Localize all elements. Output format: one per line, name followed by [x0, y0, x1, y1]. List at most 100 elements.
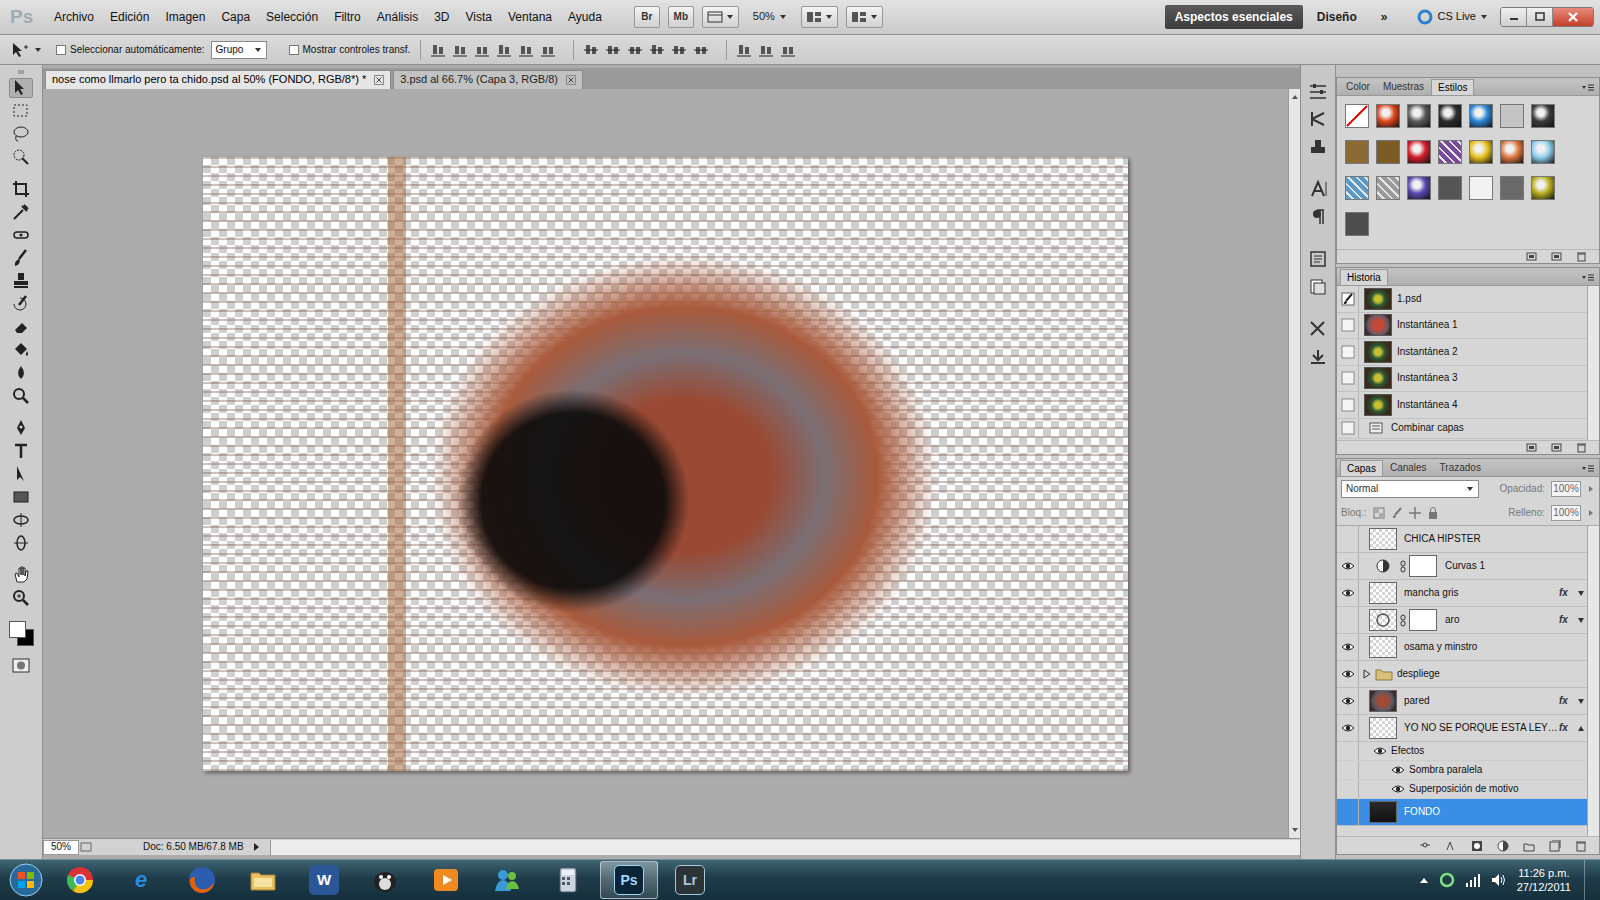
style-swatch[interactable]	[1376, 176, 1400, 200]
panel-tab[interactable]: Canales	[1384, 460, 1433, 476]
effect-row[interactable]: Superposición de motivo	[1337, 780, 1587, 799]
style-swatch[interactable]	[1531, 104, 1555, 128]
layer-style-icon[interactable]	[1445, 840, 1457, 852]
foreground-color[interactable]	[9, 621, 26, 638]
taskbar-app[interactable]: e	[112, 861, 170, 899]
auto-select-dropdown[interactable]: Grupo	[211, 41, 267, 59]
panel-tab[interactable]: Estilos	[1431, 79, 1474, 95]
layer-comps-icon[interactable]	[1308, 277, 1328, 297]
effect-visibility[interactable]	[1359, 783, 1405, 795]
panel-tab[interactable]: Historia	[1340, 269, 1388, 285]
menu-item[interactable]: Análisis	[369, 7, 426, 27]
menu-item[interactable]: Capa	[213, 7, 258, 27]
scroll-up-icon[interactable]	[1291, 93, 1299, 101]
workspace-button[interactable]: Aspectos esenciales	[1165, 5, 1303, 29]
tray-app-icon[interactable]	[1439, 872, 1455, 888]
new-item-icon[interactable]	[1551, 442, 1562, 453]
brush-presets-icon[interactable]	[1308, 109, 1328, 129]
tool-preset-picker[interactable]	[10, 41, 42, 59]
link-layers-icon[interactable]	[1419, 840, 1431, 852]
canvas-image[interactable]	[203, 157, 1128, 771]
taskbar-app[interactable]: Ps	[600, 861, 658, 899]
tool-button[interactable]	[9, 418, 33, 438]
layer-row[interactable]: despliege	[1337, 661, 1587, 688]
style-swatch[interactable]	[1345, 176, 1369, 200]
visibility-toggle[interactable]	[1337, 780, 1359, 798]
new-item-icon[interactable]	[1526, 251, 1537, 262]
new-group-icon[interactable]	[1523, 840, 1535, 852]
style-swatch[interactable]	[1531, 140, 1555, 164]
zoom-field[interactable]: 50%	[43, 840, 79, 855]
adjustment-layer-icon[interactable]	[1497, 840, 1509, 852]
trash-icon[interactable]	[1575, 840, 1587, 852]
style-swatch[interactable]	[1345, 212, 1369, 236]
bridge-button[interactable]: Br	[634, 6, 660, 28]
opacity-slider-icon[interactable]	[1587, 485, 1595, 493]
fill-slider-icon[interactable]	[1587, 509, 1595, 517]
style-swatch[interactable]	[1376, 140, 1400, 164]
panel-tab[interactable]: Trazados	[1434, 460, 1487, 476]
scroll-down-icon[interactable]	[1291, 826, 1299, 834]
tool-button[interactable]	[9, 533, 33, 553]
history-item[interactable]: Instantánea 1	[1337, 313, 1587, 340]
tool-button[interactable]	[9, 441, 33, 461]
effects-expander[interactable]	[1577, 614, 1587, 626]
transform-controls-checkbox[interactable]: Mostrar controles transf.	[289, 44, 411, 56]
tool-button[interactable]	[9, 340, 33, 360]
visibility-toggle[interactable]	[1337, 715, 1359, 741]
history-item[interactable]: Instantánea 2	[1337, 339, 1587, 366]
lock-transparency-icon[interactable]	[1373, 507, 1385, 519]
cs-live-button[interactable]: CS Live	[1417, 9, 1488, 25]
character-icon[interactable]	[1308, 179, 1328, 199]
style-swatch[interactable]	[1438, 140, 1462, 164]
effects-badge[interactable]: fx	[1559, 722, 1577, 734]
group-expander[interactable]	[1359, 669, 1375, 679]
layer-row[interactable]: paredfx	[1337, 688, 1587, 715]
menu-item[interactable]: Edición	[102, 7, 157, 27]
tool-button[interactable]	[9, 363, 33, 383]
menu-item[interactable]: Ventana	[500, 7, 560, 27]
tool-button[interactable]	[9, 101, 33, 121]
lock-pixels-icon[interactable]	[1391, 507, 1403, 519]
fill-field[interactable]: 100%	[1551, 505, 1581, 521]
align-icon[interactable]	[453, 43, 467, 57]
taskbar-app[interactable]: Lr	[661, 861, 719, 899]
tool-button[interactable]	[9, 225, 33, 245]
style-swatch[interactable]	[1500, 104, 1524, 128]
visibility-toggle[interactable]	[1337, 526, 1359, 552]
history-source-toggle[interactable]	[1337, 339, 1359, 365]
checkbox[interactable]	[289, 45, 299, 55]
add-mask-icon[interactable]	[1471, 840, 1483, 852]
style-swatch[interactable]	[1345, 140, 1369, 164]
mask-link[interactable]	[1400, 614, 1406, 627]
tools-icon[interactable]	[1308, 319, 1328, 339]
style-swatch[interactable]	[1376, 104, 1400, 128]
document-tab[interactable]: nose como llmarlo pero ta chido.psd al 5…	[45, 70, 391, 89]
history-item[interactable]: Instantánea 3	[1337, 366, 1587, 393]
clock[interactable]: 11:26 p.m.27/12/2011	[1517, 866, 1571, 895]
document-info-icon[interactable]	[79, 841, 93, 853]
visibility-toggle[interactable]	[1337, 607, 1359, 633]
effects-badge[interactable]: fx	[1559, 587, 1577, 599]
adjust-icon[interactable]	[1308, 81, 1328, 101]
visibility-toggle[interactable]	[1337, 661, 1359, 687]
menu-item[interactable]: Imagen	[157, 7, 213, 27]
volume-icon[interactable]	[1491, 873, 1507, 887]
layer-row[interactable]: arofx	[1337, 607, 1587, 634]
style-swatch[interactable]	[1531, 176, 1555, 200]
actions-icon[interactable]	[1308, 347, 1328, 367]
tool-button[interactable]	[9, 271, 33, 291]
align-icon[interactable]	[672, 43, 686, 57]
show-desktop-button[interactable]	[1584, 860, 1596, 900]
layer-mask[interactable]	[1409, 609, 1437, 631]
effects-expander[interactable]	[1577, 587, 1587, 599]
history-source-toggle[interactable]	[1337, 313, 1359, 339]
visibility-toggle[interactable]	[1337, 761, 1359, 779]
info-icon[interactable]	[1308, 249, 1328, 269]
history-item[interactable]: Instantánea 4	[1337, 392, 1587, 419]
arrange-button[interactable]	[801, 6, 838, 28]
document-tab[interactable]: 3.psd al 66.7% (Capa 3, RGB/8)	[393, 70, 583, 89]
tool-button[interactable]	[9, 179, 33, 199]
effect-visibility[interactable]	[1359, 764, 1405, 776]
tool-button[interactable]	[9, 510, 33, 530]
